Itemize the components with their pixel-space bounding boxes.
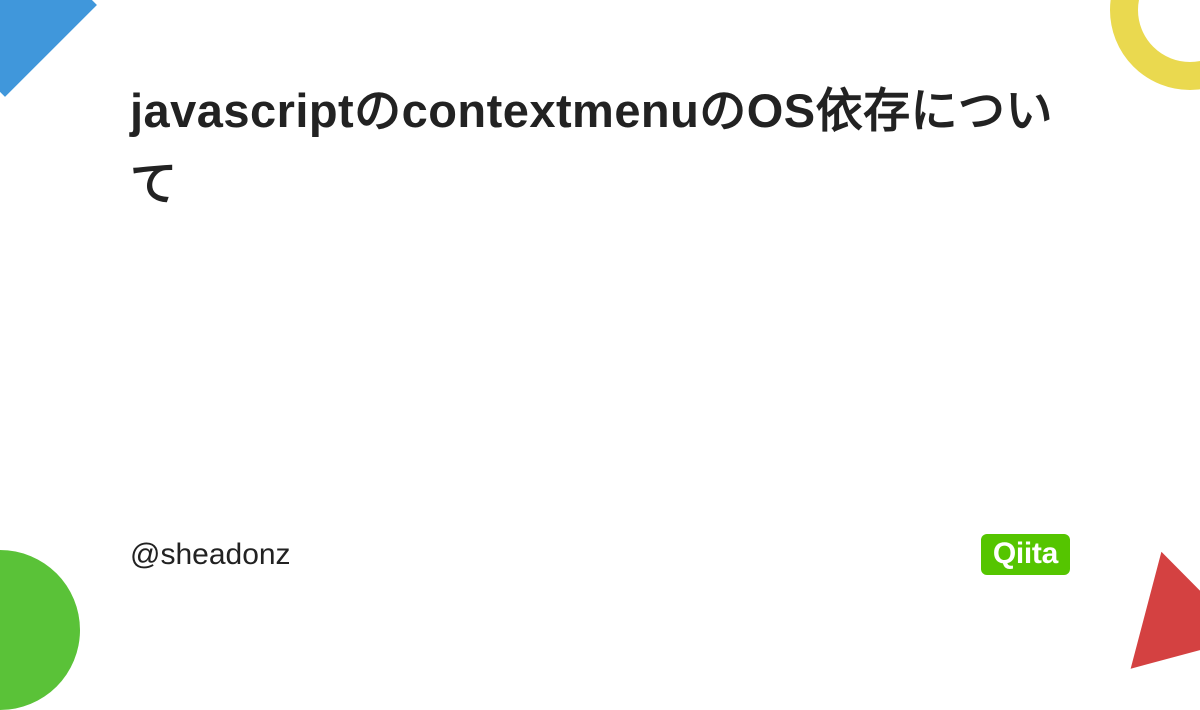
decorative-corner-bottom-left (0, 550, 80, 710)
article-title: javascriptのcontextmenuのOS依存について (130, 75, 1070, 221)
decorative-corner-top-right (1110, 0, 1200, 90)
content-area: javascriptのcontextmenuのOS依存について (130, 75, 1070, 221)
author-handle: @sheadonz (130, 538, 291, 572)
qiita-logo: Qiita (981, 534, 1070, 575)
decorative-corner-bottom-right (1103, 536, 1200, 668)
decorative-corner-top-left (0, 0, 97, 97)
footer: @sheadonz Qiita (130, 534, 1070, 575)
